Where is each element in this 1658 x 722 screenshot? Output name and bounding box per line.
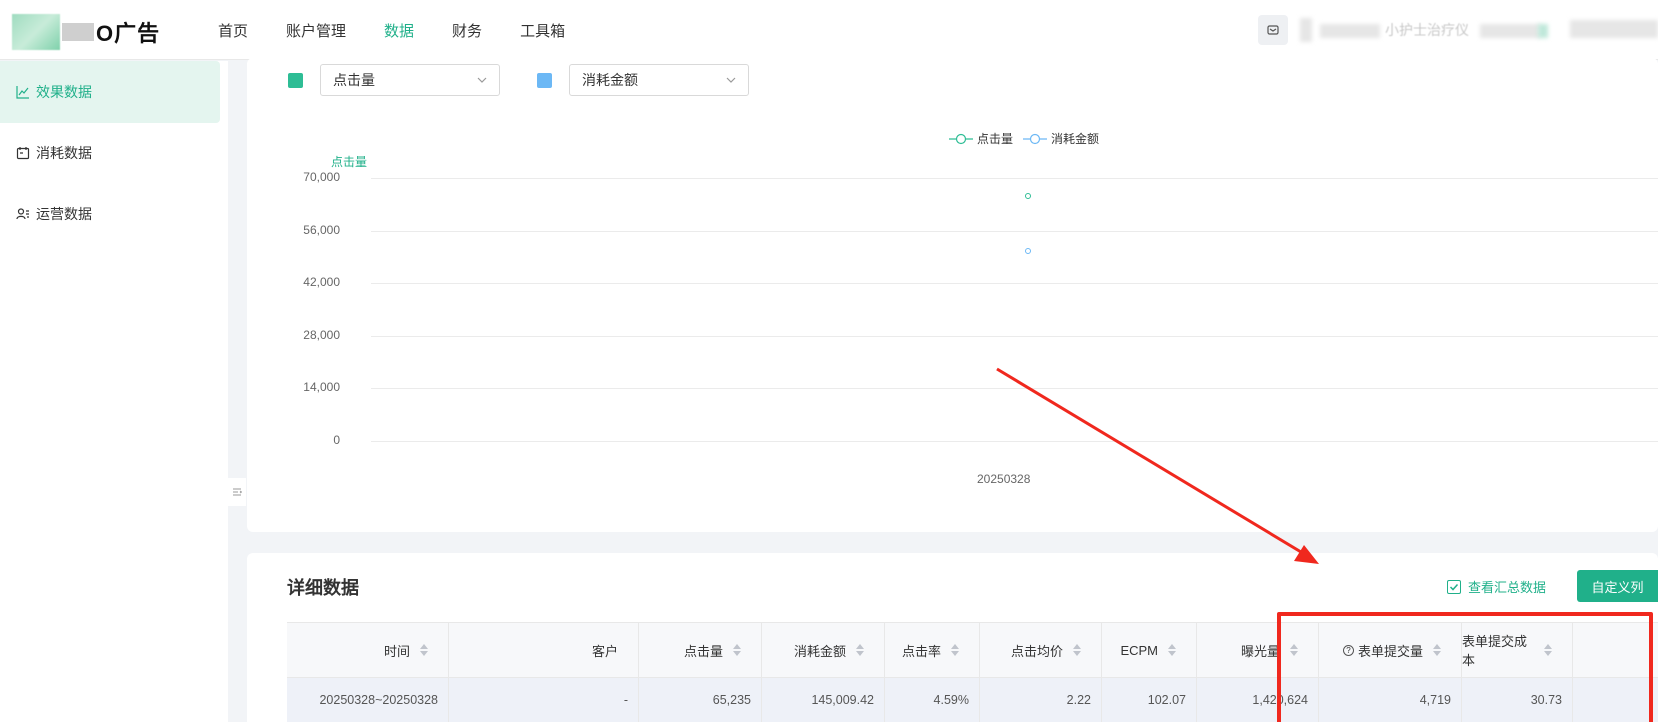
annotation-highlight-box <box>1277 612 1653 722</box>
